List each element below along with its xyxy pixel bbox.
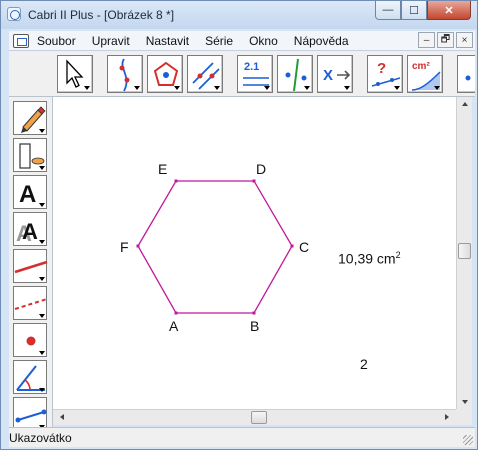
point-label-f: F [120, 239, 129, 255]
cabri-app-icon [7, 7, 21, 21]
area-value: 10,39 cm [338, 250, 396, 267]
measure-tool-label: 2.1 [244, 61, 259, 73]
area-tool-label: cm² [412, 61, 430, 72]
menu-soubor[interactable]: Soubor [37, 34, 76, 48]
vertical-scrollbar[interactable] [456, 97, 472, 409]
curves-tool[interactable] [107, 55, 143, 93]
menu-upravit[interactable]: Upravit [92, 34, 130, 48]
window-title: Cabri II Plus - [Obrázek 8 *] [28, 8, 175, 22]
scroll-right-arrow-icon[interactable] [445, 414, 449, 420]
number-value[interactable]: 2 [360, 356, 368, 372]
vertex-e[interactable] [174, 179, 178, 183]
scroll-left-arrow-icon[interactable] [60, 414, 64, 420]
title-bar[interactable]: Cabri II Plus - [Obrázek 8 *] — ☐ ✕ [1, 1, 477, 29]
scroll-up-arrow-icon[interactable] [462, 102, 468, 106]
point-label-e: E [158, 161, 168, 177]
vertex-d[interactable] [252, 179, 256, 183]
measure-number-tool[interactable]: 2.1 [237, 55, 273, 93]
area-unit-exponent: 2 [395, 250, 401, 260]
transform-tool[interactable]: X [317, 55, 353, 93]
point-tool[interactable] [13, 323, 47, 357]
hide-show-tool[interactable] [13, 138, 47, 172]
point-icon [465, 75, 471, 81]
vertex-f[interactable] [136, 244, 140, 248]
menu-napoveda[interactable]: Nápověda [294, 34, 349, 48]
area-measurement[interactable]: 10,39 cm2 [338, 250, 401, 267]
point-label-d: D [256, 161, 267, 177]
text-style-tool-label: A [22, 219, 38, 244]
pencil-tool[interactable] [13, 101, 47, 135]
minimize-button[interactable]: — [375, 1, 401, 20]
status-text: Ukazovátko [9, 431, 72, 445]
horizontal-scrollbar[interactable] [53, 409, 456, 425]
pointer-tool[interactable] [57, 55, 93, 93]
point-label-c: C [299, 239, 310, 255]
macro-question-tool[interactable]: ? [367, 55, 403, 93]
segment-icon [15, 409, 47, 423]
constructions-tool[interactable] [187, 55, 223, 93]
left-toolbar: A AA [9, 97, 53, 427]
vertex-a[interactable] [174, 311, 178, 315]
area-measure-tool[interactable]: cm² [407, 55, 443, 93]
dashed-line-tool[interactable] [13, 286, 48, 320]
point-label-a: A [169, 318, 179, 334]
scroll-corner [456, 409, 472, 425]
doc-close-button[interactable]: × [456, 32, 473, 48]
line-tool[interactable] [13, 249, 48, 283]
more-tool[interactable] [457, 55, 475, 93]
question-tool-label: ? [377, 60, 386, 77]
horizontal-scroll-thumb[interactable] [251, 411, 267, 424]
check-property-tool[interactable] [277, 55, 313, 93]
text-style-tool[interactable]: AA [13, 212, 47, 246]
app-window: Cabri II Plus - [Obrázek 8 *] — ☐ ✕ Soub… [0, 0, 478, 450]
segment-tool[interactable] [13, 397, 47, 427]
scroll-down-arrow-icon[interactable] [462, 400, 468, 404]
doc-restore-button[interactable]: 🗗 [437, 32, 454, 48]
toolbar: 2.1 X ? cm² [9, 51, 475, 97]
drawing-canvas[interactable]: E D F C A B 10,39 cm2 2 [53, 97, 456, 409]
vertical-scroll-thumb[interactable] [458, 243, 471, 259]
document-icon[interactable] [13, 34, 29, 48]
menu-nastavit[interactable]: Nastavit [146, 34, 189, 48]
angle-tool[interactable] [13, 360, 47, 394]
vertex-c[interactable] [290, 244, 294, 248]
point-label-b: B [250, 318, 260, 334]
menu-okno[interactable]: Okno [249, 34, 278, 48]
close-button[interactable]: ✕ [427, 1, 471, 20]
svg-text:X: X [323, 67, 333, 84]
maximize-button[interactable]: ☐ [401, 1, 427, 20]
resize-grip-icon[interactable] [463, 435, 473, 445]
doc-minimize-button[interactable]: – [418, 32, 435, 48]
text-tool-label: A [19, 181, 36, 208]
menu-bar: Soubor Upravit Nastavit Série Okno Nápov… [9, 31, 475, 51]
vertex-b[interactable] [252, 311, 256, 315]
text-tool[interactable]: A [13, 175, 47, 209]
status-bar: Ukazovátko [9, 427, 475, 447]
menu-serie[interactable]: Série [205, 34, 233, 48]
polygon-tool[interactable] [147, 55, 183, 93]
